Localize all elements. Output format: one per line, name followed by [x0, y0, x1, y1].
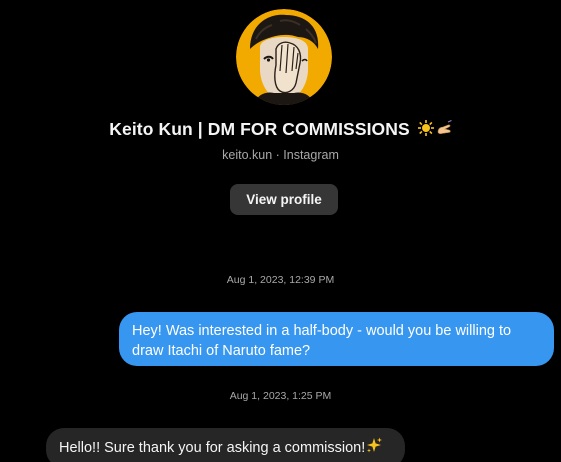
sun-hand-emoji-icon	[417, 119, 452, 141]
avatar-illustration-icon	[236, 9, 332, 105]
chat-thread: Keito Kun | DM FOR COMMISSIONS keito.kun…	[0, 0, 561, 462]
outgoing-message-text: Hey! Was interested in a half-body - wou…	[132, 323, 512, 359]
outgoing-message-bubble[interactable]: Hey! Was interested in a half-body - wou…	[119, 312, 554, 366]
message-timestamp: Aug 1, 2023, 1:25 PM	[229, 390, 332, 402]
view-profile-button[interactable]: View profile	[230, 184, 338, 215]
incoming-message-bubble[interactable]: Hello!! Sure thank you for asking a comm…	[46, 428, 405, 462]
profile-handle-line: keito.kun · Instagram	[222, 148, 339, 162]
sparkles-emoji-icon	[366, 437, 383, 460]
message-timestamp: Aug 1, 2023, 12:39 PM	[226, 274, 335, 286]
profile-avatar[interactable]	[236, 9, 332, 105]
incoming-message-text: Hello!! Sure thank you for asking a comm…	[59, 440, 366, 456]
profile-name-text: Keito Kun | DM FOR COMMISSIONS	[109, 119, 410, 139]
profile-name: Keito Kun | DM FOR COMMISSIONS	[0, 119, 561, 141]
